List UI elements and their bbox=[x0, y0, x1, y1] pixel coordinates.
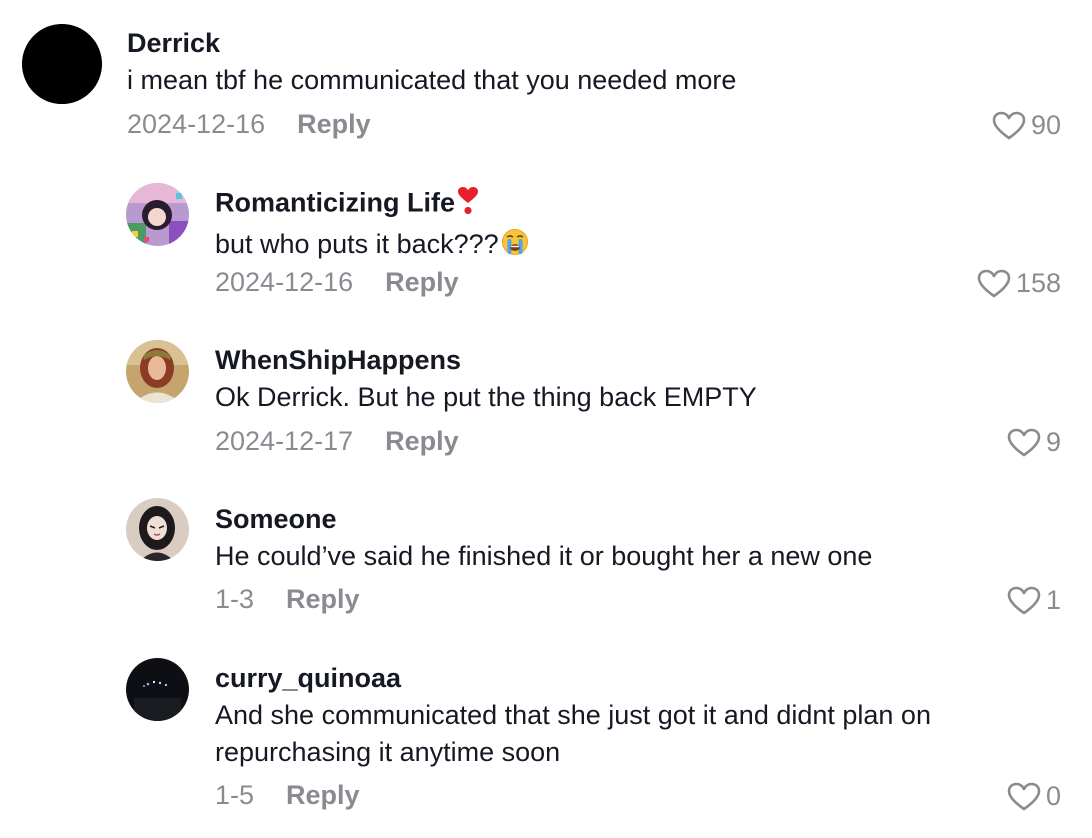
user-photo-icon bbox=[126, 498, 189, 561]
comment-username[interactable]: curry_quinoaa bbox=[215, 662, 1035, 694]
avatar[interactable] bbox=[22, 24, 102, 104]
like-count: 0 bbox=[1045, 781, 1061, 811]
crying-face-emoji-icon bbox=[501, 228, 529, 266]
heart-icon bbox=[977, 269, 1011, 297]
comment-reply-item: WhenShipHappens Ok Derrick. But he put t… bbox=[0, 330, 1092, 480]
heart-exclamation-emoji-icon bbox=[457, 186, 479, 223]
user-photo-icon bbox=[126, 183, 189, 246]
comment-username[interactable]: Someone bbox=[215, 503, 1035, 535]
like-button[interactable]: 0 bbox=[1007, 781, 1061, 812]
like-button[interactable]: 90 bbox=[992, 110, 1061, 141]
comment-reply-item: curry_quinoaa And she communicated that … bbox=[0, 650, 1092, 838]
avatar[interactable] bbox=[126, 658, 189, 721]
reply-button[interactable]: Reply bbox=[286, 780, 360, 811]
heart-icon bbox=[1007, 428, 1041, 456]
like-button[interactable]: 158 bbox=[977, 268, 1061, 299]
comment-reply-item: Romanticizing Life but who puts it back?… bbox=[0, 170, 1092, 320]
comment-username[interactable]: WhenShipHappens bbox=[215, 344, 1035, 376]
heart-icon bbox=[1007, 782, 1041, 810]
comment-text: And she communicated that she just got i… bbox=[215, 700, 931, 767]
comment-text: but who puts it back??? bbox=[215, 226, 1035, 266]
heart-icon bbox=[992, 111, 1026, 139]
reply-button[interactable]: Reply bbox=[297, 109, 371, 140]
default-avatar-icon bbox=[22, 24, 102, 104]
comment-date: 2024-12-17 bbox=[215, 426, 354, 456]
comment-item: Derrick i mean tbf he communicated that … bbox=[0, 0, 1092, 160]
avatar[interactable] bbox=[126, 498, 189, 561]
comment-username[interactable]: Romanticizing Life bbox=[215, 186, 1035, 223]
like-button[interactable]: 9 bbox=[1007, 427, 1061, 458]
user-photo-icon bbox=[126, 340, 189, 403]
reply-button[interactable]: Reply bbox=[385, 426, 459, 457]
comment-date: 2024-12-16 bbox=[127, 109, 266, 139]
like-count: 9 bbox=[1045, 427, 1061, 457]
user-photo-icon bbox=[126, 658, 189, 721]
avatar[interactable] bbox=[126, 183, 189, 246]
comment-reply-item: Someone He could’ve said he finished it … bbox=[0, 490, 1092, 640]
comment-username[interactable]: Derrick bbox=[127, 27, 1007, 59]
comment-text: Ok Derrick. But he put the thing back EM… bbox=[215, 382, 757, 412]
reply-button[interactable]: Reply bbox=[286, 584, 360, 615]
like-count: 1 bbox=[1045, 585, 1061, 615]
avatar[interactable] bbox=[126, 340, 189, 403]
comment-date: 1-5 bbox=[215, 780, 255, 810]
like-count: 90 bbox=[1030, 110, 1061, 140]
reply-button[interactable]: Reply bbox=[385, 267, 459, 298]
comment-date: 2024-12-16 bbox=[215, 267, 354, 297]
like-button[interactable]: 1 bbox=[1007, 585, 1061, 616]
comment-date: 1-3 bbox=[215, 584, 255, 614]
comment-text: i mean tbf he communicated that you need… bbox=[127, 65, 737, 95]
like-count: 158 bbox=[1015, 268, 1061, 298]
heart-icon bbox=[1007, 586, 1041, 614]
comment-text: He could’ve said he finished it or bough… bbox=[215, 541, 873, 571]
